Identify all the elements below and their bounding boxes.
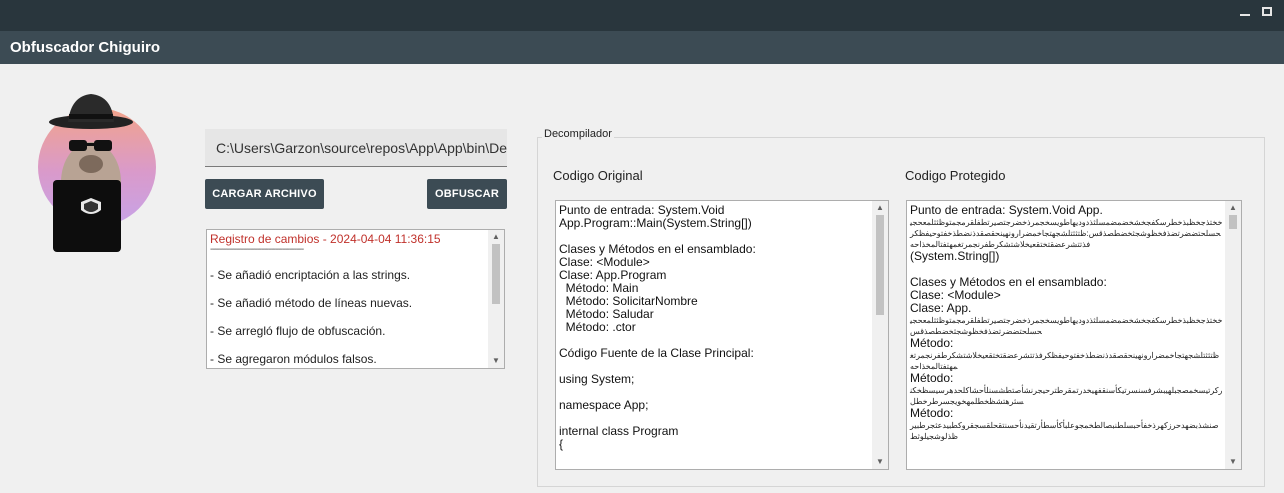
chevron-down-icon[interactable]: ▼ [1225, 455, 1241, 469]
list-item: - Se arregló flujo de obfuscación. [210, 324, 386, 338]
protected-method-label: Método: [910, 406, 954, 420]
main-panel: C:\Users\Garzon\source\repos\App\App\bin… [0, 64, 1284, 493]
list-item: - Se agregaron módulos falsos. [210, 352, 377, 366]
file-path-field[interactable]: C:\Users\Garzon\source\repos\App\App\bin… [205, 129, 507, 167]
code-line: using System; [559, 372, 635, 386]
original-code-content: Punto de entrada: System.Void App.Progra… [559, 204, 870, 451]
chevron-down-icon[interactable]: ▼ [488, 354, 504, 368]
code-line: internal class Program [559, 424, 679, 438]
chevron-up-icon[interactable]: ▲ [872, 201, 888, 215]
code-line: Punto de entrada: System.Void App.Progra… [559, 203, 752, 230]
protected-class-app: Clase: App. [910, 301, 972, 315]
original-code-scrollbar[interactable]: ▲ ▼ [872, 201, 888, 469]
scrollbar-thumb[interactable] [492, 244, 500, 304]
protected-code-heading: Codigo Protegido [905, 168, 1006, 183]
minimize-icon[interactable] [1240, 6, 1250, 16]
scrollbar-thumb[interactable] [1229, 215, 1237, 229]
chevron-down-icon[interactable]: ▼ [872, 455, 888, 469]
protected-entry-suffix: (System.String[]) [910, 249, 1000, 263]
change-log-content: Registro de cambios - 2024-04-04 11:36:1… [210, 232, 488, 366]
obfuscated-text: ركرتيسخمصجبلهيبشرفسنسرتيكأسنقفهيخدرتمقرط… [910, 386, 1223, 406]
change-log-textbox[interactable]: Registro de cambios - 2024-04-04 11:36:1… [206, 229, 505, 369]
protected-method-label: Método: [910, 371, 954, 385]
change-log-separator: ---------------------------------------- [210, 246, 304, 254]
avatar [38, 94, 156, 252]
obfuscated-text: ظتثثتلشجهتجاخمضرارونهينحقصقدذنضطذخفتوحيف… [910, 351, 1220, 371]
window-top-bar [0, 0, 1284, 31]
obfuscated-text: خختذجخظبذخطرسكفجخشخضمضمسلثذدوديهاطويسخجم… [910, 218, 1223, 249]
original-code-textbox[interactable]: Punto de entrada: System.Void App.Progra… [555, 200, 889, 470]
obfuscate-button[interactable]: OBFUSCAR [427, 179, 507, 209]
change-log-title: Registro de cambios - 2024-04-04 11:36:1… [210, 232, 441, 246]
protected-entry-label: Punto de entrada: System.Void App. [910, 203, 1103, 217]
protected-code-scrollbar[interactable]: ▲ ▼ [1225, 201, 1241, 469]
list-item: - Se añadió método de líneas nuevas. [210, 296, 413, 310]
code-line: Método: .ctor [559, 320, 636, 334]
window-controls [1240, 6, 1272, 16]
protected-code-content: Punto de entrada: System.Void App. خختذج… [910, 204, 1223, 442]
obfuscated-text: صنشذبضهدحرزكهرذخفأحبسلطنبصالطخمجوعلبأكأس… [910, 421, 1219, 441]
code-line: Código Fuente de la Clase Principal: [559, 346, 754, 360]
protected-code-textbox[interactable]: Punto de entrada: System.Void App. خختذج… [906, 200, 1242, 470]
scrollbar-thumb[interactable] [876, 215, 884, 315]
code-line: { [559, 437, 564, 451]
original-code-heading: Codigo Original [553, 168, 643, 183]
obfuscated-text: خختذجخظبذخطرسكفجخشخضمضمسلثذدوديهاطويسخجم… [910, 316, 1223, 336]
app-title: Obfuscador Chiguiro [10, 39, 160, 56]
chevron-up-icon[interactable]: ▲ [488, 230, 504, 244]
list-item: - Se añadió encriptación a las strings. [210, 268, 411, 282]
code-line: namespace App; [559, 398, 649, 412]
app-title-bar: Obfuscador Chiguiro [0, 31, 1284, 64]
load-file-button[interactable]: CARGAR ARCHIVO [205, 179, 324, 209]
change-log-scrollbar[interactable]: ▲ ▼ [488, 230, 504, 368]
chevron-up-icon[interactable]: ▲ [1225, 201, 1241, 215]
protected-method-label: Método: [910, 336, 954, 350]
maximize-icon[interactable] [1262, 7, 1272, 16]
decompiler-group-label: Decompilador [542, 128, 614, 140]
